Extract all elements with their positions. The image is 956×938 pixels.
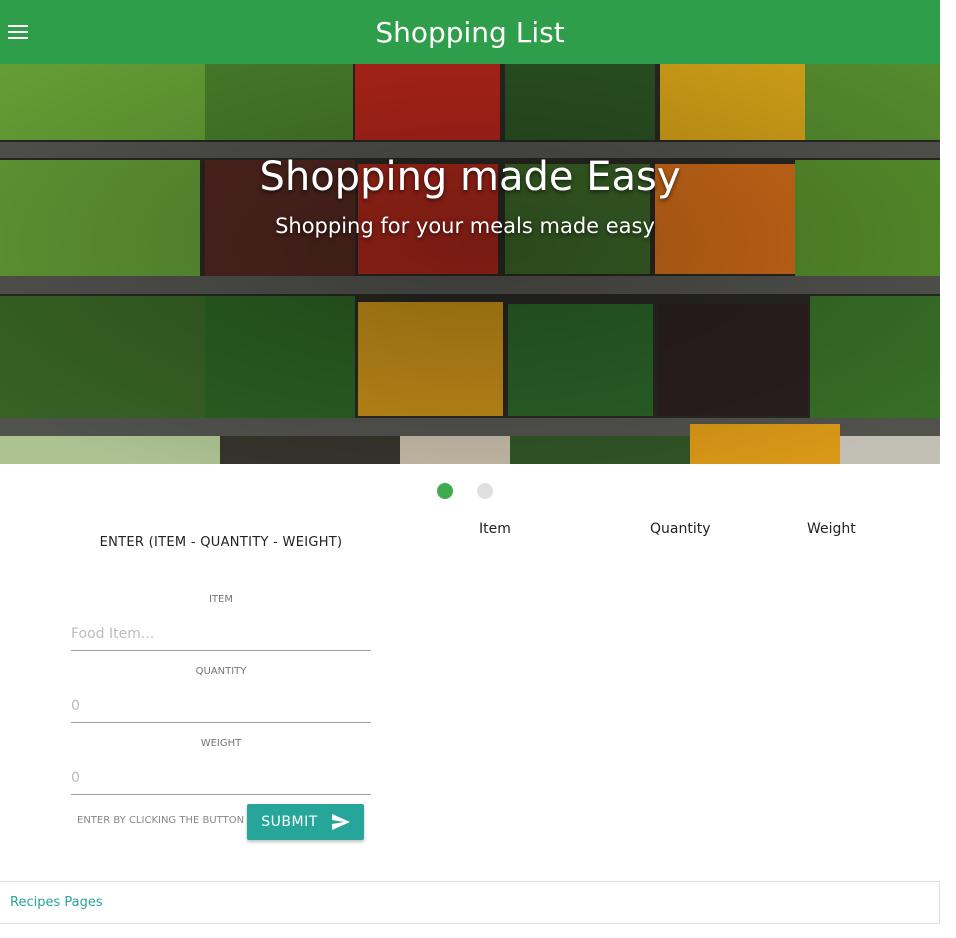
navbar: Shopping List — [0, 0, 940, 64]
submit-hint: ENTER BY CLICKING THE BUTTON — [77, 815, 245, 826]
submit-label: SUBMIT — [261, 814, 318, 830]
item-label: ITEM — [208, 594, 233, 605]
send-icon — [331, 814, 350, 830]
weight-input[interactable] — [71, 761, 371, 795]
column-header-item: Item — [479, 521, 511, 537]
column-header-quantity: Quantity — [650, 521, 711, 537]
quantity-label: QUANTITY — [195, 666, 247, 677]
column-header-weight: Weight — [807, 521, 856, 537]
form-heading: ENTER (ITEM - QUANTITY - WEIGHT) — [99, 535, 343, 550]
item-input[interactable] — [71, 617, 371, 651]
hamburger-menu-icon[interactable] — [8, 20, 30, 44]
carousel-indicators — [437, 483, 493, 499]
hero-title: Shopping made Easy — [259, 154, 681, 200]
carousel-dot-2[interactable] — [477, 483, 493, 499]
submit-button[interactable]: SUBMIT — [247, 804, 364, 840]
hero-subtitle: Shopping for your meals made easy — [275, 214, 655, 238]
recipes-pages-link[interactable]: Recipes Pages — [10, 895, 103, 910]
hero-carousel[interactable]: Shopping made Easy Shopping for your mea… — [0, 64, 940, 464]
footer: Recipes Pages — [0, 881, 940, 924]
hero-background-image — [0, 64, 940, 464]
page-title: Shopping List — [375, 15, 565, 49]
quantity-input[interactable] — [71, 689, 371, 723]
carousel-dot-1[interactable] — [437, 483, 453, 499]
app: Shopping List Shopping made Easy Shoppin… — [0, 0, 956, 938]
weight-label: WEIGHT — [200, 738, 242, 749]
